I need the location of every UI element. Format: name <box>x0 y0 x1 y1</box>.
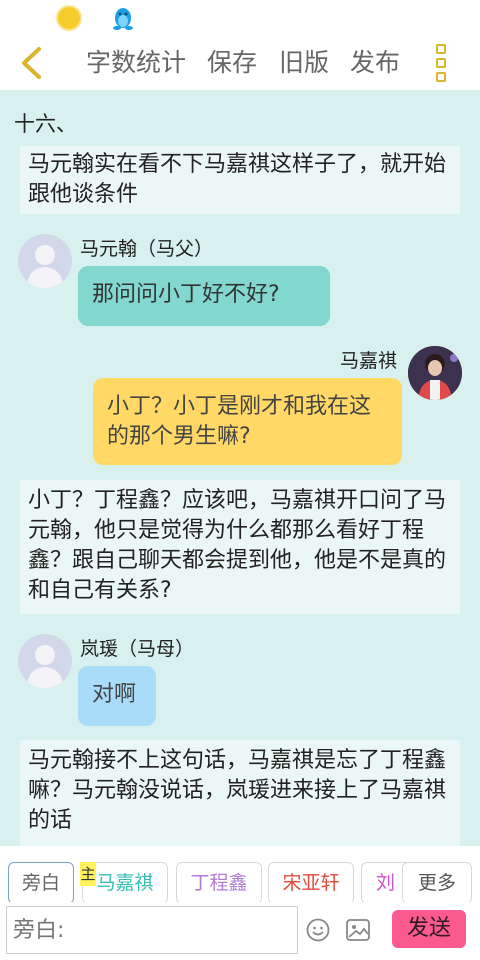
speaker-name: 马元翰（马父） <box>80 238 214 260</box>
narration-block[interactable]: 马元翰实在看不下马嘉祺这样子了，就开始跟他谈条件 <box>20 146 460 214</box>
avatar-photo <box>408 346 462 400</box>
more-roles-button[interactable]: 更多 <box>402 862 472 904</box>
narration-block[interactable]: 小丁？丁程鑫？应该吧，马嘉祺开口问了马元翰，他只是觉得为什么都那么看好丁程鑫？跟… <box>20 480 460 614</box>
image-icon[interactable] <box>346 919 370 941</box>
input-bar: 发送 <box>0 902 480 960</box>
sun-notification-icon <box>58 7 80 29</box>
main-role-badge: 主 <box>80 862 96 886</box>
qq-penguin-icon <box>113 8 133 30</box>
old-version-button[interactable]: 旧版 <box>279 48 329 78</box>
top-toolbar: 字数统计 保存 旧版 发布 <box>0 36 480 90</box>
chat-bubble[interactable]: 那问问小丁好不好? <box>78 266 330 326</box>
emoji-icon[interactable] <box>306 918 330 942</box>
role-narrator-button[interactable]: 旁白 <box>8 862 74 904</box>
message-input[interactable] <box>6 906 298 954</box>
story-editor-content: 十六、 马元翰实在看不下马嘉祺这样子了，就开始跟他谈条件 马元翰（马父） 那问问… <box>0 90 480 846</box>
more-menu-icon[interactable] <box>432 42 450 84</box>
speaker-name: 岚瑗（马母） <box>80 638 195 660</box>
narration-block[interactable]: 马元翰接不上这句话，马嘉祺是忘了丁程鑫嘛？马元翰没说话，岚瑗进来接上了马嘉祺的话 <box>20 740 460 846</box>
role-song-yaxuan-button[interactable]: 宋亚轩 <box>268 862 354 904</box>
word-count-button[interactable]: 字数统计 <box>86 48 186 78</box>
publish-button[interactable]: 发布 <box>350 48 400 78</box>
send-button[interactable]: 发送 <box>392 910 466 948</box>
chapter-title: 十六、 <box>14 112 77 136</box>
chevron-left-icon <box>22 47 41 79</box>
avatar-default <box>18 234 72 288</box>
chat-bubble[interactable]: 小丁？小丁是刚才和我在这的那个男生嘛? <box>93 378 402 465</box>
chat-bubble[interactable]: 对啊 <box>78 666 156 726</box>
status-bar <box>0 0 480 36</box>
speaker-name: 马嘉祺 <box>340 350 398 372</box>
save-button[interactable]: 保存 <box>207 48 257 78</box>
role-ding-chengxin-button[interactable]: 丁程鑫 <box>176 862 262 904</box>
back-button[interactable] <box>14 44 50 82</box>
avatar-default <box>18 634 72 688</box>
role-selector-bar: 旁白 马嘉祺 主 丁程鑫 宋亚轩 刘 更多 <box>0 846 480 904</box>
